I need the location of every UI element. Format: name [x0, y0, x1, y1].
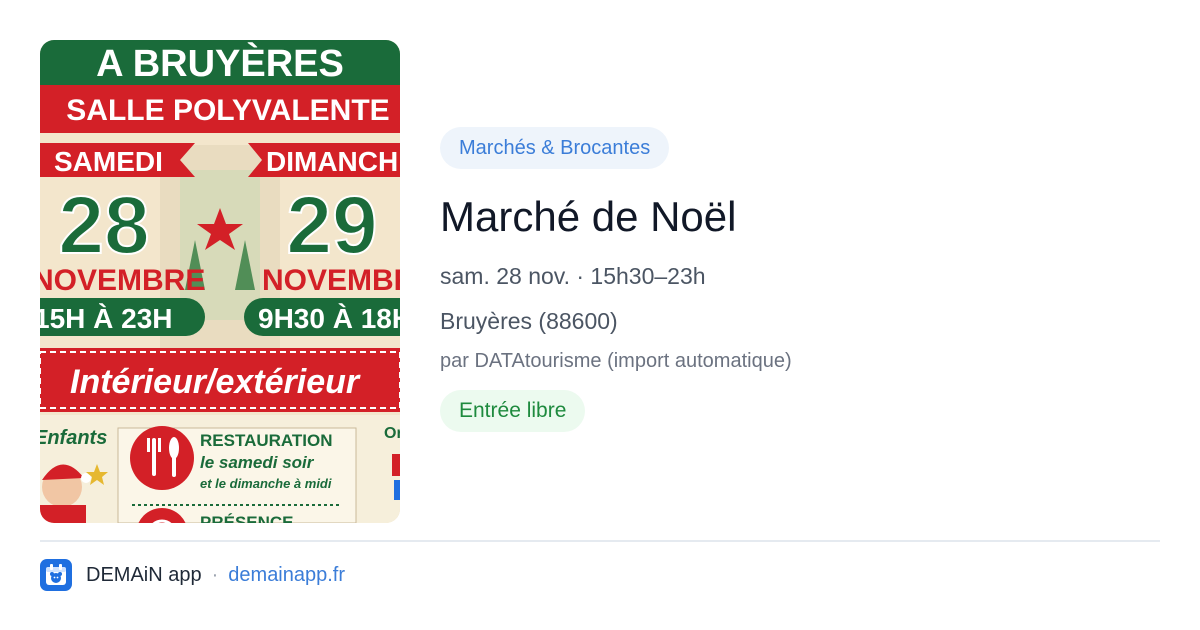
event-location: Bruyères (88600) — [440, 308, 618, 334]
app-url-link[interactable]: demainapp.fr — [228, 564, 345, 587]
poster-day1: SAMEDI — [54, 146, 163, 177]
poster-food-line2: et le dimanche à midi — [200, 476, 332, 491]
event-title: Marché de Noël — [440, 193, 737, 240]
footer-separator: · — [211, 563, 219, 586]
price-badge: Entrée libre — [440, 390, 586, 432]
event-source: par DATAtourisme (import automatique) — [440, 350, 792, 372]
poster-day1-month: NOVEMBRE — [40, 264, 205, 297]
event-datetime: sam. 28 nov. · 15h30–23h — [440, 263, 706, 289]
poster-food-title: RESTAURATION — [200, 431, 333, 450]
poster-day1-number: 28 — [58, 180, 149, 271]
category-badge[interactable]: Marchés & Brocantes — [440, 127, 670, 169]
poster-banner: Intérieur/extérieur — [70, 363, 361, 401]
footer: DEMAiN app · demainapp.fr — [40, 558, 345, 592]
app-name: DEMAiN app — [86, 563, 202, 586]
event-details: Marchés & Brocantes Marché de Noël sam. … — [440, 127, 1160, 432]
calendar-bear-icon — [40, 559, 72, 591]
poster-food-line1: le samedi soir — [200, 453, 315, 472]
poster-day2: DIMANCHE — [266, 146, 400, 177]
poster-artwork: A BRUYÈRES SALLE POLYVALENTE SAMEDI DIMA… — [40, 40, 400, 523]
event-poster-image: A BRUYÈRES SALLE POLYVALENTE SAMEDI DIMA… — [40, 40, 400, 523]
poster-venue: SALLE POLYVALENTE — [66, 94, 389, 127]
poster-day2-hours: 9H30 À 18H — [258, 303, 400, 334]
poster-day1-hours: 15H À 23H — [40, 303, 173, 334]
poster-day2-number: 29 — [286, 180, 377, 271]
footer-divider — [40, 540, 1160, 542]
poster-kids: Enfants — [40, 427, 107, 449]
poster-presence: PRÉSENCE — [200, 513, 294, 523]
poster-side-text: Or — [384, 425, 400, 442]
poster-town: A BRUYÈRES — [96, 41, 344, 85]
poster-day2-month: NOVEMBRE — [262, 264, 400, 297]
